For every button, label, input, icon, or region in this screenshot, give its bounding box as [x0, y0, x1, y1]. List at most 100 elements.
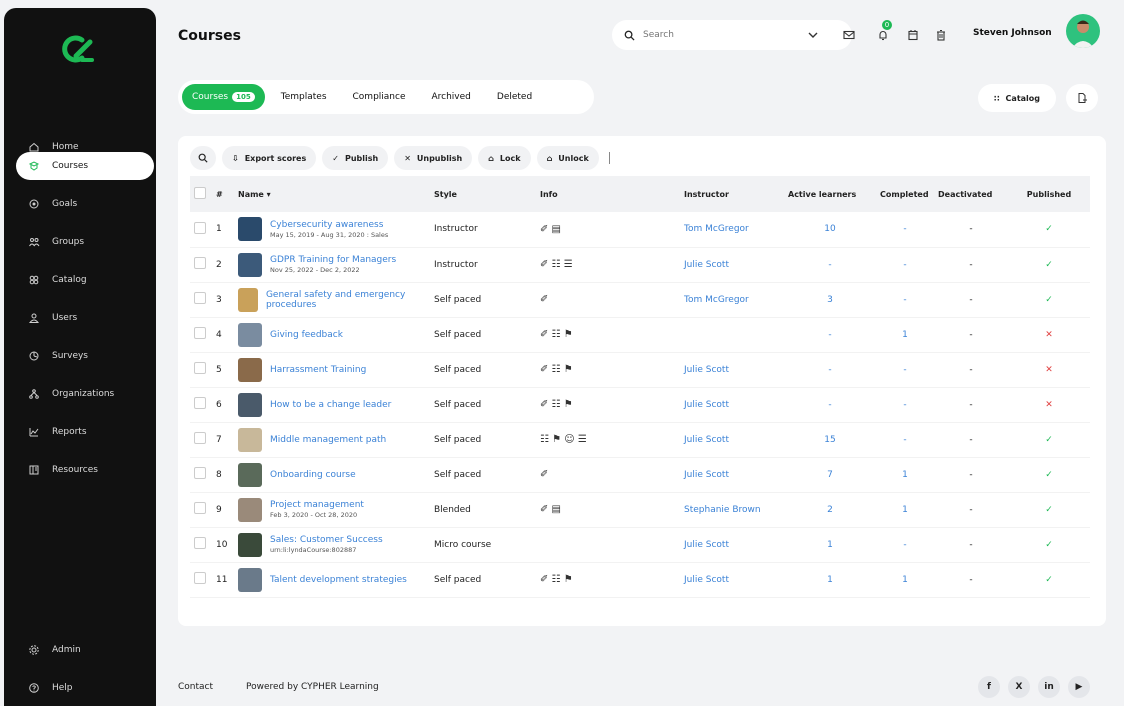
active-learners-count[interactable]: 1	[827, 575, 833, 585]
table-row[interactable]: 8 Onboarding course Self paced ✐ Julie Scott…	[190, 457, 1090, 493]
youtube-icon[interactable]: ▶	[1068, 676, 1090, 698]
table-search-button[interactable]	[190, 146, 216, 170]
table-row[interactable]: 1 Cybersecurity awareness May 15, 2019 - A…	[190, 212, 1090, 248]
course-name-link[interactable]: Harrassment Training	[270, 365, 366, 375]
catalog-button[interactable]: ∷ Catalog	[978, 84, 1056, 112]
completed-count[interactable]: 1	[902, 330, 908, 340]
active-learners-count[interactable]: 3	[827, 295, 833, 305]
row-checkbox[interactable]	[194, 221, 206, 234]
table-row[interactable]: 2 GDPR Training for Managers Nov 25, 2022 …	[190, 247, 1090, 283]
course-thumbnail[interactable]	[238, 462, 262, 487]
sidebar-item-users[interactable]: Users	[16, 304, 154, 332]
row-checkbox[interactable]	[194, 502, 206, 514]
trash-icon[interactable]	[934, 28, 948, 42]
facebook-icon[interactable]: f	[978, 676, 1000, 698]
select-all-checkbox[interactable]	[194, 187, 206, 199]
sidebar-item-courses[interactable]: Courses	[16, 152, 154, 180]
sidebar-item-surveys[interactable]: Surveys	[16, 342, 154, 370]
instructor-link[interactable]: Julie Scott	[684, 435, 729, 445]
course-thumbnail[interactable]	[238, 567, 262, 592]
table-row[interactable]: 11 Talent development strategies Self pace…	[190, 562, 1090, 598]
active-learners-count[interactable]: 2	[827, 505, 833, 515]
table-row[interactable]: 5 Harrassment Training Self paced ✐ ☷ ⚑ Juli…	[190, 352, 1090, 388]
sidebar-item-groups[interactable]: Groups	[16, 228, 154, 256]
sidebar-item-goals[interactable]: Goals	[16, 190, 154, 218]
table-row[interactable]: 3 General safety and emergency procedures…	[190, 282, 1090, 318]
active-learners-count[interactable]: 7	[827, 470, 833, 480]
logo-icon[interactable]	[60, 32, 96, 68]
publish-button[interactable]: ✓ Publish	[322, 146, 389, 170]
completed-count[interactable]: -	[903, 400, 906, 410]
course-thumbnail[interactable]	[238, 287, 258, 312]
export-scores-button[interactable]: ⇩ Export scores	[222, 146, 317, 170]
course-name-link[interactable]: Giving feedback	[270, 330, 343, 340]
instructor-link[interactable]: Julie Scott	[684, 365, 729, 375]
instructor-link[interactable]: Julie Scott	[684, 470, 729, 480]
row-checkbox[interactable]	[194, 432, 206, 444]
linkedin-icon[interactable]: in	[1038, 676, 1060, 698]
active-learners-count[interactable]: 15	[824, 435, 835, 445]
row-checkbox[interactable]	[194, 467, 206, 479]
sidebar-item-resources[interactable]: Resources	[16, 456, 154, 484]
bell-icon[interactable]	[876, 28, 890, 42]
course-name-link[interactable]: Cybersecurity awareness	[270, 220, 388, 230]
course-thumbnail[interactable]	[238, 497, 262, 522]
course-name-link[interactable]: Onboarding course	[270, 470, 356, 480]
row-checkbox[interactable]	[194, 292, 206, 304]
row-checkbox[interactable]	[194, 362, 206, 374]
footer-contact-link[interactable]: Contact	[178, 682, 213, 692]
completed-count[interactable]: -	[903, 224, 906, 234]
table-row[interactable]: 7 Middle management path Self paced ☷ ⚑ ☺ ☰…	[190, 422, 1090, 458]
mail-icon[interactable]	[842, 28, 856, 42]
x-twitter-icon[interactable]: X	[1008, 676, 1030, 698]
course-name-link[interactable]: GDPR Training for Managers	[270, 255, 396, 265]
course-thumbnail[interactable]	[238, 392, 262, 417]
row-checkbox[interactable]	[194, 572, 206, 584]
course-thumbnail[interactable]	[238, 532, 262, 557]
course-name-link[interactable]: Talent development strategies	[270, 575, 407, 585]
completed-count[interactable]: 1	[902, 505, 908, 515]
instructor-link[interactable]: Stephanie Brown	[684, 505, 761, 515]
course-name-link[interactable]: Project management	[270, 500, 364, 510]
course-thumbnail[interactable]	[238, 252, 262, 277]
tab-courses[interactable]: Courses 105	[182, 84, 265, 110]
unpublish-button[interactable]: ✕ Unpublish	[394, 146, 473, 170]
course-name-link[interactable]: Middle management path	[270, 435, 386, 445]
user-name[interactable]: Steven Johnson	[973, 28, 1052, 38]
sidebar-item-organizations[interactable]: Organizations	[16, 380, 154, 408]
tab-archived[interactable]: Archived	[422, 84, 481, 110]
instructor-link[interactable]: Julie Scott	[684, 540, 729, 550]
completed-count[interactable]: 1	[902, 470, 908, 480]
active-learners-count[interactable]: -	[828, 330, 831, 340]
active-learners-count[interactable]: -	[828, 365, 831, 375]
row-checkbox[interactable]	[194, 397, 206, 409]
tab-compliance[interactable]: Compliance	[343, 84, 416, 110]
instructor-link[interactable]: Tom McGregor	[684, 224, 749, 234]
instructor-link[interactable]: Julie Scott	[684, 575, 729, 585]
course-thumbnail[interactable]	[238, 427, 262, 452]
sidebar-item-help[interactable]: Help	[16, 674, 154, 702]
instructor-link[interactable]: Tom McGregor	[684, 295, 749, 305]
active-learners-count[interactable]: 1	[827, 540, 833, 550]
row-checkbox[interactable]	[194, 257, 206, 269]
tab-templates[interactable]: Templates	[271, 84, 337, 110]
instructor-link[interactable]: Julie Scott	[684, 260, 729, 270]
row-checkbox[interactable]	[194, 537, 206, 549]
completed-count[interactable]: -	[903, 260, 906, 270]
sidebar-item-admin[interactable]: Admin	[16, 636, 154, 664]
chevron-down-icon[interactable]	[806, 28, 820, 42]
course-thumbnail[interactable]	[238, 322, 262, 347]
sidebar-item-reports[interactable]: Reports	[16, 418, 154, 446]
completed-count[interactable]: -	[903, 540, 906, 550]
table-row[interactable]: 4 Giving feedback Self paced ✐ ☷ ⚑ - 1 - ✕	[190, 317, 1090, 353]
avatar[interactable]	[1066, 14, 1100, 48]
course-thumbnail[interactable]	[238, 217, 262, 242]
add-course-button[interactable]	[1066, 84, 1098, 112]
instructor-link[interactable]: Julie Scott	[684, 400, 729, 410]
completed-count[interactable]: -	[903, 435, 906, 445]
tab-deleted[interactable]: Deleted	[487, 84, 542, 110]
table-row[interactable]: 6 How to be a change leader Self paced ✐ ☷ …	[190, 387, 1090, 423]
completed-count[interactable]: -	[903, 365, 906, 375]
active-learners-count[interactable]: 10	[824, 224, 835, 234]
sidebar-item-catalog[interactable]: Catalog	[16, 266, 154, 294]
